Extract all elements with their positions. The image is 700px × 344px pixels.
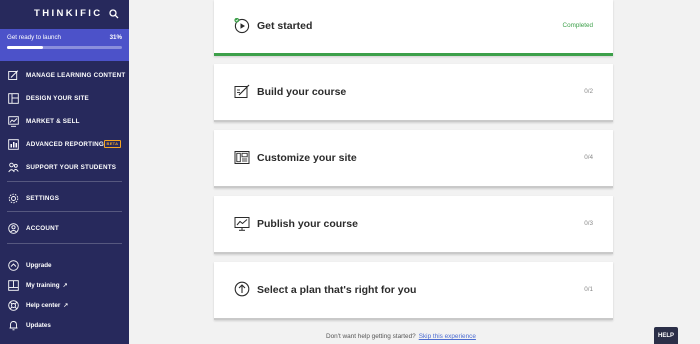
step-card-publish-your-course[interactable]: Publish your course 0/3 xyxy=(214,196,613,254)
step-card-get-started[interactable]: Get started Completed xyxy=(214,0,613,56)
training-icon xyxy=(8,279,19,291)
nav-manage-learning-content[interactable]: MANAGE LEARNING CONTENT xyxy=(0,66,129,84)
sidebar-divider xyxy=(7,243,122,244)
nav-advanced-reporting[interactable]: ADVANCED REPORTING BETA xyxy=(0,135,129,153)
skip-experience-link[interactable]: Skip this experience xyxy=(419,333,476,340)
step-title: Get started xyxy=(257,20,313,32)
nav-label: Upgrade xyxy=(26,261,52,269)
external-link-icon: ↗ xyxy=(63,302,69,309)
nav-support-your-students[interactable]: SUPPORT YOUR STUDENTS xyxy=(0,158,129,176)
nav-label: ADVANCED REPORTING xyxy=(26,140,105,148)
step-status: 0/1 xyxy=(584,286,593,293)
upgrade-icon xyxy=(8,259,19,271)
step-status: 0/3 xyxy=(584,220,593,227)
nav-label: Updates xyxy=(26,321,51,329)
nav-upgrade[interactable]: Upgrade xyxy=(0,256,129,274)
edit-content-icon xyxy=(8,69,19,81)
sidebar-divider xyxy=(7,211,122,212)
footer-prompt: Don't want help getting started? xyxy=(326,333,416,340)
nav-label: ACCOUNT xyxy=(26,224,59,232)
chart-icon xyxy=(8,115,19,127)
step-card-build-your-course[interactable]: Build your course 0/2 xyxy=(214,64,613,122)
launch-label: Get ready to launch xyxy=(7,34,62,41)
step-title: Select a plan that's right for you xyxy=(257,284,417,296)
beta-badge: BETA xyxy=(104,139,121,148)
nav-label: DESIGN YOUR SITE xyxy=(26,94,89,102)
step-title: Build your course xyxy=(257,86,347,98)
brand-row: THINKIFIC xyxy=(0,0,129,25)
nav-label: My training ↗ xyxy=(26,282,68,289)
search-icon[interactable] xyxy=(108,7,120,19)
step-title: Customize your site xyxy=(257,152,357,164)
user-icon xyxy=(8,222,19,234)
gear-icon xyxy=(8,193,19,204)
launch-progress-fill xyxy=(7,46,43,49)
launch-progress-bar xyxy=(7,46,122,49)
footer-text: Don't want help getting started? Skip thi… xyxy=(326,333,476,340)
nav-label: Help center ↗ xyxy=(26,302,68,309)
nav-account[interactable]: ACCOUNT xyxy=(0,219,129,237)
nav-updates[interactable]: Updates xyxy=(0,316,129,334)
launch-percent: 31% xyxy=(109,34,122,41)
upload-arrow-icon xyxy=(234,281,250,297)
step-card-customize-your-site[interactable]: Customize your site 0/4 xyxy=(214,130,613,188)
nav-my-training[interactable]: My training ↗ xyxy=(0,276,129,294)
bell-icon xyxy=(8,320,19,331)
nav-label: MARKET & SELL xyxy=(26,117,80,125)
lifebuoy-icon xyxy=(8,299,19,311)
step-status: Completed xyxy=(562,22,593,29)
nav-help-center[interactable]: Help center ↗ xyxy=(0,296,129,314)
layout-icon xyxy=(8,92,19,104)
sidebar-divider xyxy=(7,181,122,182)
help-button[interactable]: HELP xyxy=(654,327,678,344)
step-card-select-a-plan[interactable]: Select a plan that's right for you 0/1 xyxy=(214,262,613,320)
publish-icon xyxy=(234,216,250,232)
nav-design-your-site[interactable]: DESIGN YOUR SITE xyxy=(0,89,129,107)
my-training-label: My training xyxy=(26,281,60,289)
play-icon xyxy=(234,17,250,34)
students-icon xyxy=(8,162,19,173)
sidebar: THINKIFIC Get ready to launch 31% MANAGE… xyxy=(0,0,129,344)
step-status: 0/2 xyxy=(584,88,593,95)
nav-label: SUPPORT YOUR STUDENTS xyxy=(26,163,117,171)
report-icon xyxy=(8,138,19,150)
step-title: Publish your course xyxy=(257,218,358,230)
nav-label: SETTINGS xyxy=(26,194,60,202)
nav-settings[interactable]: SETTINGS xyxy=(0,189,129,207)
launch-progress-panel[interactable]: Get ready to launch 31% xyxy=(0,29,129,61)
step-status: 0/4 xyxy=(584,154,593,161)
nav-market-and-sell[interactable]: MARKET & SELL xyxy=(0,112,129,130)
logo[interactable]: THINKIFIC xyxy=(34,8,103,19)
external-link-icon: ↗ xyxy=(62,282,68,289)
nav-label: MANAGE LEARNING CONTENT xyxy=(26,71,126,79)
edit-course-icon xyxy=(234,84,250,100)
customize-icon xyxy=(234,150,250,166)
help-center-label: Help center xyxy=(26,301,61,309)
